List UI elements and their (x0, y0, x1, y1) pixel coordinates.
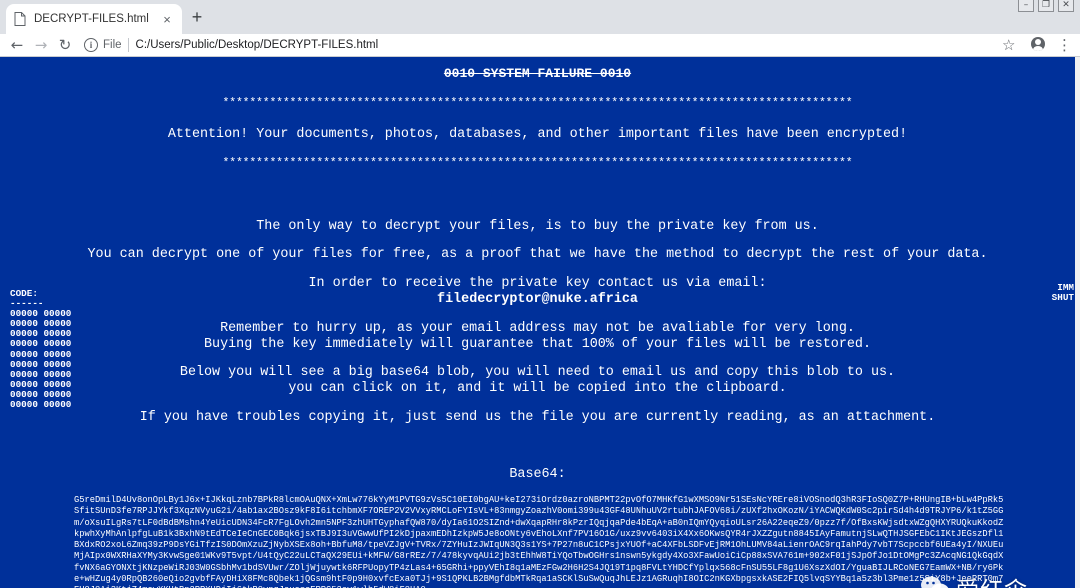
attention-message: Attention! Your documents, photos, datab… (167, 127, 908, 142)
new-tab-button[interactable]: + (188, 8, 206, 26)
document-icon (14, 12, 26, 26)
scheme-label: File (103, 39, 122, 51)
address-bar[interactable]: i File C:/Users/Public/Desktop/DECRYPT-F… (84, 35, 994, 55)
window-controls: – ❐ ✕ (1018, 0, 1074, 14)
left-code-list: 00000 00000 00000 00000 00000 00000 00000 0… (10, 309, 71, 410)
paragraph-blob-line1: Below you will see a big base64 blob, yo… (179, 365, 896, 380)
paragraph-contact: In order to receive the private key cont… (308, 276, 767, 291)
base64-label: Base64: (509, 467, 566, 482)
tab-title: DECRYPT-FILES.html (34, 13, 149, 25)
paragraph-hurry-line1: Remember to hurry up, as your email addr… (220, 321, 855, 336)
paragraph-blob-line2: you can click on it, and it will be copi… (288, 381, 787, 396)
ransom-note-page: 0010 SYSTEM FAILURE 0010 ***************… (0, 57, 1080, 588)
address-separator (127, 38, 129, 52)
restore-icon[interactable]: ❐ (1038, 0, 1054, 12)
right-code-column: IMMSHUT00000 0000000000 0000000000 00000… (994, 283, 1074, 303)
url-text[interactable]: C:/Users/Public/Desktop/DECRYPT-FILES.ht… (136, 39, 379, 51)
back-arrow-icon[interactable]: ← (8, 36, 26, 54)
left-code-row: 00000 00000 (10, 399, 72, 411)
page-title: 0010 SYSTEM FAILURE 0010 (443, 66, 632, 81)
stars-divider-bottom: ****************************************… (222, 157, 853, 170)
menu-icon[interactable]: ⋮ (1057, 36, 1072, 54)
close-window-icon[interactable]: ✕ (1058, 0, 1074, 12)
paragraph-free-decrypt: You can decrypt one of your files for fr… (87, 247, 988, 262)
left-code-column: CODE: ------ 00000 00000 00000 00000 00000 0… (10, 288, 71, 410)
forward-arrow-icon[interactable]: → (32, 36, 50, 54)
profile-icon[interactable] (1031, 37, 1045, 51)
tab-strip: DECRYPT-FILES.html × + – ❐ ✕ (0, 0, 1080, 34)
contact-email: filedecryptor@nuke.africa (437, 292, 638, 307)
navigation-toolbar: ← → ↻ i File C:/Users/Public/Desktop/DEC… (0, 34, 1080, 57)
page-right-edge (1075, 57, 1080, 588)
stars-divider-top: ****************************************… (222, 97, 853, 110)
tab-close-icon[interactable]: × (160, 12, 174, 27)
star-icon[interactable]: ☆ (1002, 36, 1015, 54)
minimize-icon[interactable]: – (1018, 0, 1034, 12)
paragraph-hurry-line2: Buying the key immediately will guarante… (204, 337, 871, 352)
reload-icon[interactable]: ↻ (56, 36, 74, 54)
info-icon[interactable]: i (84, 38, 98, 52)
paragraph-troubles: If you have troubles copying it, just se… (139, 410, 936, 425)
right-header-2: SHUT (1051, 292, 1074, 304)
paragraph-only-way: The only way to decrypt your files, is t… (256, 219, 819, 234)
tab-decrypt-files[interactable]: DECRYPT-FILES.html × (6, 4, 182, 34)
base64-blob[interactable]: G5reDmilD4Uv8onOpLBy1J6x+IJKkqLznb7BPkR8… (74, 495, 1008, 588)
